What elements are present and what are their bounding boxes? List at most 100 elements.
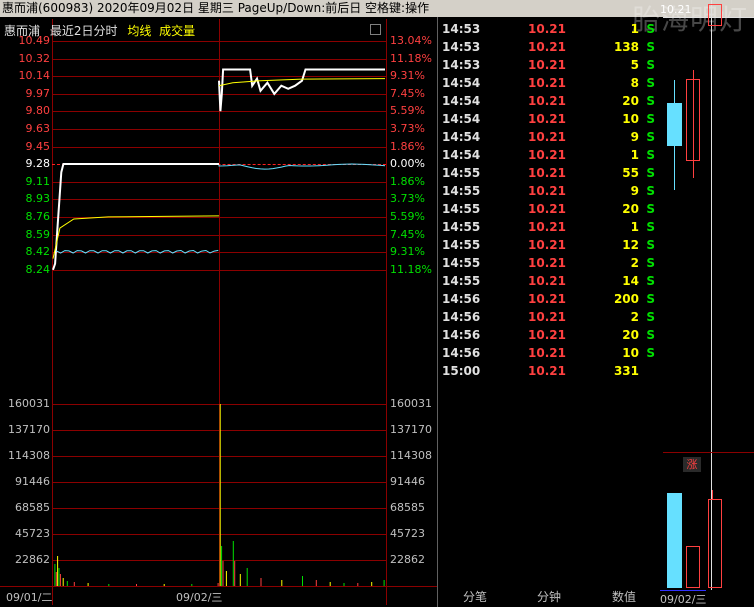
cyan-line-day1 [55, 249, 219, 254]
trade-row[interactable]: 14:54 10.21 9 S [440, 128, 665, 146]
tab-values[interactable]: 数值 [612, 588, 636, 605]
trade-row[interactable]: 14:56 10.21 2 S [440, 308, 665, 326]
trade-time: 14:54 [442, 76, 481, 90]
trade-side: S [646, 274, 655, 288]
volume-bar [163, 584, 165, 586]
trade-row[interactable]: 14:56 10.21 200 S [440, 290, 665, 308]
date-label-day1: 09/01/二 [6, 591, 53, 604]
trade-row[interactable]: 14:55 10.21 12 S [440, 236, 665, 254]
trade-price: 10.21 [528, 364, 566, 378]
trade-price: 10.21 [528, 256, 566, 270]
trade-row[interactable]: 14:53 10.21 138 S [440, 38, 665, 56]
trade-volume: 5 [630, 58, 639, 72]
trade-price: 10.21 [528, 40, 566, 54]
trade-time: 14:54 [442, 94, 481, 108]
trade-price: 10.21 [528, 292, 566, 306]
trade-row[interactable]: 14:54 10.21 1 S [440, 146, 665, 164]
trade-price: 10.21 [528, 184, 566, 198]
volume-bar [54, 564, 56, 586]
volume-bar [260, 578, 262, 586]
trade-volume: 8 [630, 76, 639, 90]
trade-row[interactable]: 14:53 10.21 5 S [440, 56, 665, 74]
volume-bar [73, 582, 75, 586]
tab-ticks[interactable]: 分笔 [463, 588, 487, 605]
trade-volume: 200 [613, 292, 639, 306]
trade-volume: 20 [622, 94, 639, 108]
trade-time: 14:54 [442, 112, 481, 126]
trade-time: 15:00 [442, 364, 481, 378]
volume-bar [66, 581, 68, 586]
trade-price: 10.21 [528, 202, 566, 216]
kline-date-label: 09/02/三 [660, 590, 707, 607]
trade-side: S [646, 40, 655, 54]
tab-minutes[interactable]: 分钟 [537, 588, 561, 605]
trade-volume: 2 [630, 310, 639, 324]
trade-row[interactable]: 14:55 10.21 20 S [440, 200, 665, 218]
volume-bar [357, 583, 359, 586]
trade-side: S [646, 292, 655, 306]
trade-volume: 9 [630, 130, 639, 144]
trade-volume: 14 [622, 274, 639, 288]
trade-volume: 55 [622, 166, 639, 180]
trade-price: 10.21 [528, 112, 566, 126]
trade-row[interactable]: 14:54 10.21 20 S [440, 92, 665, 110]
volume-bar [58, 568, 60, 586]
volume-bar [246, 568, 248, 586]
candle-body-day1[interactable] [667, 103, 682, 146]
trade-row[interactable]: 14:55 10.21 1 S [440, 218, 665, 236]
trade-time: 14:56 [442, 310, 481, 324]
kline-panel[interactable] [663, 0, 754, 607]
trade-row[interactable]: 14:55 10.21 2 S [440, 254, 665, 272]
volume-bar [225, 571, 227, 586]
volume-bar [343, 583, 345, 586]
limit-up-badge: 涨 [683, 457, 701, 472]
trade-time: 14:55 [442, 274, 481, 288]
trade-volume: 1 [630, 22, 639, 36]
trade-price: 10.21 [528, 238, 566, 252]
volume-bar [55, 572, 57, 586]
volume-bar [59, 574, 61, 586]
kline-volume-bar-day2 [686, 546, 700, 588]
volume-bar [108, 584, 110, 586]
trade-time: 14:56 [442, 292, 481, 306]
volume-bar [191, 584, 193, 586]
trade-price: 10.21 [528, 328, 566, 342]
trade-time: 14:55 [442, 256, 481, 270]
volume-bar [302, 576, 303, 586]
trade-row[interactable]: 14:55 10.21 55 S [440, 164, 665, 182]
kline-volume-divider [663, 452, 754, 453]
trade-volume: 20 [622, 202, 639, 216]
date-label-day2: 09/02/三 [176, 591, 223, 604]
trade-time: 14:55 [442, 220, 481, 234]
trade-row[interactable]: 14:54 10.21 10 S [440, 110, 665, 128]
volume-bar [219, 404, 221, 586]
price-line [218, 68, 385, 112]
trade-side: S [646, 238, 655, 252]
trade-volume: 12 [622, 238, 639, 252]
trade-volume: 2 [630, 256, 639, 270]
trade-row[interactable]: 14:53 10.21 1 S [440, 20, 665, 38]
trade-row[interactable]: 14:54 10.21 8 S [440, 74, 665, 92]
volume-bar [239, 574, 241, 586]
volume-bar [232, 541, 234, 586]
kline-volume-bar-today [708, 499, 722, 588]
volume-bar [371, 582, 373, 586]
trade-row[interactable]: 15:00 10.21 331 [440, 362, 665, 380]
trade-row[interactable]: 14:55 10.21 14 S [440, 272, 665, 290]
trade-side: S [646, 22, 655, 36]
candle-body-today[interactable] [708, 4, 722, 26]
candle-body-day2[interactable] [686, 79, 700, 161]
trade-row[interactable]: 14:56 10.21 20 S [440, 326, 665, 344]
trade-price: 10.21 [528, 274, 566, 288]
trade-row[interactable]: 14:55 10.21 9 S [440, 182, 665, 200]
trade-time: 14:56 [442, 328, 481, 342]
trade-price: 10.21 [528, 22, 566, 36]
panel-divider [437, 17, 438, 607]
trade-price: 10.21 [528, 130, 566, 144]
kline-price-label: 10.21 [660, 3, 692, 16]
trade-row[interactable]: 14:56 10.21 10 S [440, 344, 665, 362]
trade-side: S [646, 220, 655, 234]
trade-side: S [646, 310, 655, 324]
trade-list[interactable]: 14:53 10.21 1 S 14:53 10.21 138 S 14:53 10.21 5 S 14… [440, 20, 665, 380]
trade-time: 14:55 [442, 166, 481, 180]
